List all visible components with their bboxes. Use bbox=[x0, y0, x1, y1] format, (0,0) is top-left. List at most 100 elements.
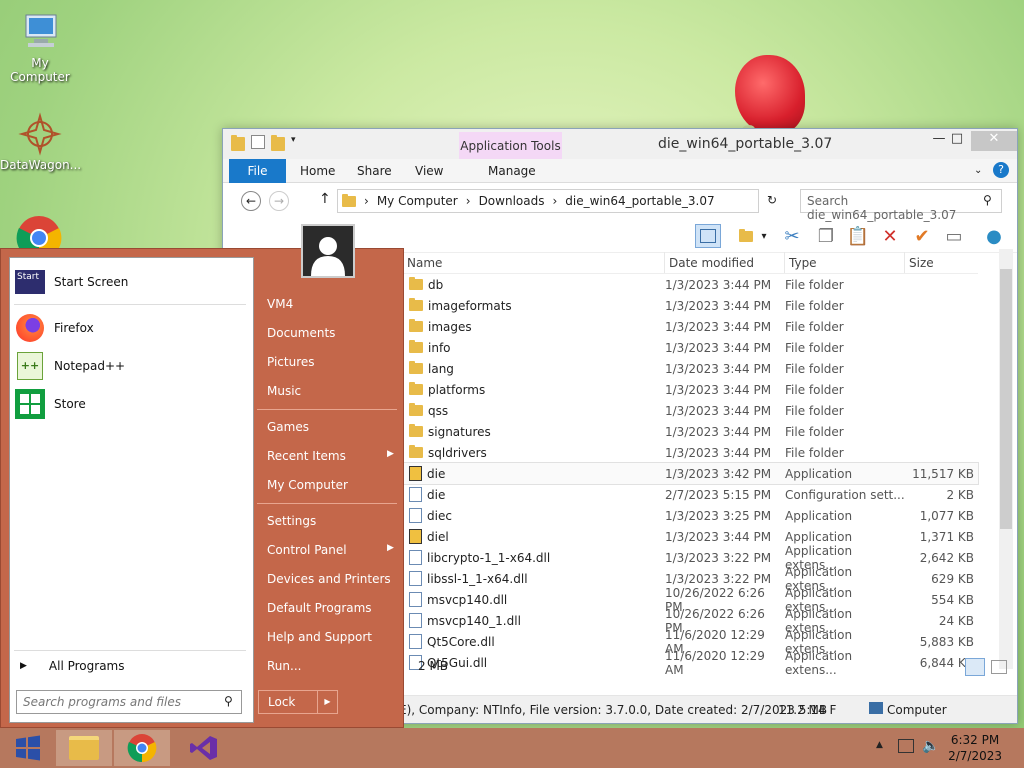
globe-icon[interactable]: ● bbox=[981, 224, 1007, 248]
up-button[interactable]: ↑ bbox=[319, 191, 331, 207]
desktop-icon-datawagon[interactable]: DataWagon... bbox=[0, 112, 82, 172]
file-icon bbox=[409, 634, 422, 649]
file-name: msvcp140.dll bbox=[427, 592, 508, 607]
scrollbar-thumb[interactable] bbox=[1000, 269, 1012, 529]
copy-icon[interactable]: ❐ bbox=[813, 224, 839, 248]
details-view-icon[interactable] bbox=[965, 658, 985, 676]
start-menu-item-documents[interactable]: Documents bbox=[267, 326, 335, 340]
file-size: 2 KB bbox=[946, 487, 974, 502]
delete-icon[interactable]: ✕ bbox=[877, 224, 903, 248]
file-name: diel bbox=[427, 529, 449, 544]
breadcrumb-folder[interactable]: die_win64_portable_3.07 bbox=[565, 194, 714, 208]
table-row[interactable]: imageformats 1/3/2023 3:44 PM File folder bbox=[403, 295, 978, 316]
start-menu-item-default-programs[interactable]: Default Programs bbox=[267, 601, 372, 615]
file-type: Application bbox=[785, 508, 853, 523]
vertical-scrollbar[interactable] bbox=[999, 249, 1013, 669]
file-type: File folder bbox=[785, 361, 844, 376]
ribbon-expand-icon[interactable]: ⌄ bbox=[974, 159, 982, 183]
desktop-icon-label: DataWagon... bbox=[0, 158, 82, 172]
file-name: qss bbox=[428, 403, 449, 418]
table-row[interactable]: die 2/7/2023 5:15 PM Configuration sett...… bbox=[403, 484, 978, 505]
start-button[interactable] bbox=[0, 730, 56, 766]
table-row[interactable]: sqldrivers 1/3/2023 3:44 PM File folder bbox=[403, 442, 978, 463]
close-button[interactable]: ✕ bbox=[971, 131, 1017, 151]
table-row[interactable]: qss 1/3/2023 3:44 PM File folder bbox=[403, 400, 978, 421]
notepad-plus-plus-icon: ++ bbox=[14, 350, 46, 382]
file-date: 1/3/2023 3:22 PM bbox=[665, 550, 772, 565]
table-row[interactable]: info 1/3/2023 3:44 PM File folder bbox=[403, 337, 978, 358]
tab-share[interactable]: Share bbox=[357, 159, 392, 183]
large-icons-view-icon[interactable] bbox=[991, 660, 1007, 674]
lock-options-arrow-icon[interactable]: ▶ bbox=[317, 691, 337, 713]
dropdown-icon[interactable]: ▾ bbox=[291, 135, 305, 149]
table-row[interactable]: diec 1/3/2023 3:25 PM Application 1,077 KB bbox=[403, 505, 978, 526]
column-size[interactable]: Size bbox=[905, 252, 974, 273]
file-size: 2,642 KB bbox=[919, 550, 974, 565]
start-menu-item-music[interactable]: Music bbox=[267, 384, 301, 398]
maximize-button[interactable]: □ bbox=[941, 131, 973, 151]
start-menu-item-devices-and-printers[interactable]: Devices and Printers bbox=[267, 572, 391, 586]
visual-studio-taskbar-button[interactable] bbox=[176, 730, 232, 766]
table-row[interactable]: db 1/3/2023 3:44 PM File folder bbox=[403, 274, 978, 295]
breadcrumb-downloads[interactable]: Downloads bbox=[479, 194, 545, 208]
properties-icon[interactable] bbox=[251, 135, 265, 149]
start-menu-item-help-and-support[interactable]: Help and Support bbox=[267, 630, 372, 644]
column-date-modified[interactable]: Date modified bbox=[665, 252, 785, 273]
tab-view[interactable]: View bbox=[415, 159, 443, 183]
back-button[interactable]: ← bbox=[241, 191, 261, 211]
dropdown-icon[interactable]: ▾ bbox=[757, 224, 771, 248]
properties-icon[interactable] bbox=[733, 224, 759, 248]
search-input[interactable]: Search die_win64_portable_3.07 bbox=[800, 189, 1002, 222]
tab-file[interactable]: File bbox=[229, 159, 286, 183]
refresh-icon[interactable]: ↻ bbox=[767, 193, 777, 207]
start-menu-item-pictures[interactable]: Pictures bbox=[267, 355, 315, 369]
start-menu-item-vm4[interactable]: VM4 bbox=[267, 297, 293, 311]
folder-icon[interactable] bbox=[231, 135, 245, 151]
start-menu-item-settings[interactable]: Settings bbox=[267, 514, 316, 528]
all-programs-item[interactable]: ▶ All Programs bbox=[20, 648, 125, 684]
new-folder-icon[interactable] bbox=[271, 135, 285, 151]
preview-pane-icon[interactable] bbox=[695, 224, 721, 248]
tray-expand-icon[interactable]: ▲ bbox=[876, 740, 883, 750]
address-bar[interactable]: › My Computer › Downloads › die_win64_po… bbox=[337, 189, 759, 213]
firefox-item[interactable]: Firefox bbox=[14, 310, 94, 346]
notepad-plus-plus-item[interactable]: ++ Notepad++ bbox=[14, 348, 125, 384]
file-explorer-taskbar-button[interactable] bbox=[56, 730, 112, 766]
table-row[interactable]: platforms 1/3/2023 3:44 PM File folder bbox=[403, 379, 978, 400]
start-menu-item-control-panel[interactable]: Control Panel ▶ bbox=[267, 543, 394, 557]
user-avatar[interactable] bbox=[301, 224, 355, 278]
start-search-input[interactable]: Search programs and files bbox=[16, 690, 242, 714]
store-item[interactable]: Store bbox=[14, 386, 86, 422]
volume-icon[interactable]: 🔈 bbox=[922, 738, 939, 754]
tab-manage[interactable]: Manage bbox=[488, 159, 536, 183]
chrome-desktop-icon[interactable] bbox=[15, 214, 63, 250]
breadcrumb-my-computer[interactable]: My Computer bbox=[377, 194, 458, 208]
tab-home[interactable]: Home bbox=[300, 159, 335, 183]
table-row[interactable]: images 1/3/2023 3:44 PM File folder bbox=[403, 316, 978, 337]
checkmark-icon[interactable]: ✔ bbox=[909, 224, 935, 248]
table-row[interactable]: lang 1/3/2023 3:44 PM File folder bbox=[403, 358, 978, 379]
start-screen-item[interactable]: Start Start Screen bbox=[14, 264, 128, 300]
cut-icon[interactable]: ✂ bbox=[779, 224, 805, 248]
start-menu-item-games[interactable]: Games bbox=[267, 420, 309, 434]
desktop-icon-my-computer[interactable]: My Computer bbox=[0, 10, 80, 84]
start-menu-item-recent-items[interactable]: Recent Items ▶ bbox=[267, 449, 394, 463]
file-type: Application extens... bbox=[785, 648, 853, 677]
forward-button[interactable]: → bbox=[269, 191, 289, 211]
table-row[interactable]: Qt5Gui.dll 11/6/2020 12:29 AM Application … bbox=[403, 649, 978, 677]
start-menu-item-run[interactable]: Run... bbox=[267, 659, 301, 673]
file-date: 1/3/2023 3:44 PM bbox=[665, 298, 772, 313]
paste-icon[interactable]: 📋 bbox=[845, 224, 871, 248]
table-row[interactable]: die 1/3/2023 3:42 PM Application 11,517 KB bbox=[402, 462, 979, 485]
help-icon[interactable]: ? bbox=[993, 162, 1009, 178]
clock[interactable]: 6:32 PM 2/7/2023 bbox=[948, 732, 1002, 764]
table-row[interactable]: signatures 1/3/2023 3:44 PM File folder bbox=[403, 421, 978, 442]
folder-icon bbox=[409, 319, 423, 332]
column-name[interactable]: Name bbox=[403, 252, 665, 273]
column-type[interactable]: Type bbox=[785, 252, 905, 273]
rename-icon[interactable]: ▭ bbox=[941, 224, 967, 248]
network-icon[interactable] bbox=[898, 739, 914, 753]
chrome-taskbar-button[interactable] bbox=[114, 730, 170, 766]
lock-button[interactable]: Lock ▶ bbox=[258, 690, 338, 714]
start-menu-item-my-computer[interactable]: My Computer bbox=[267, 478, 348, 492]
